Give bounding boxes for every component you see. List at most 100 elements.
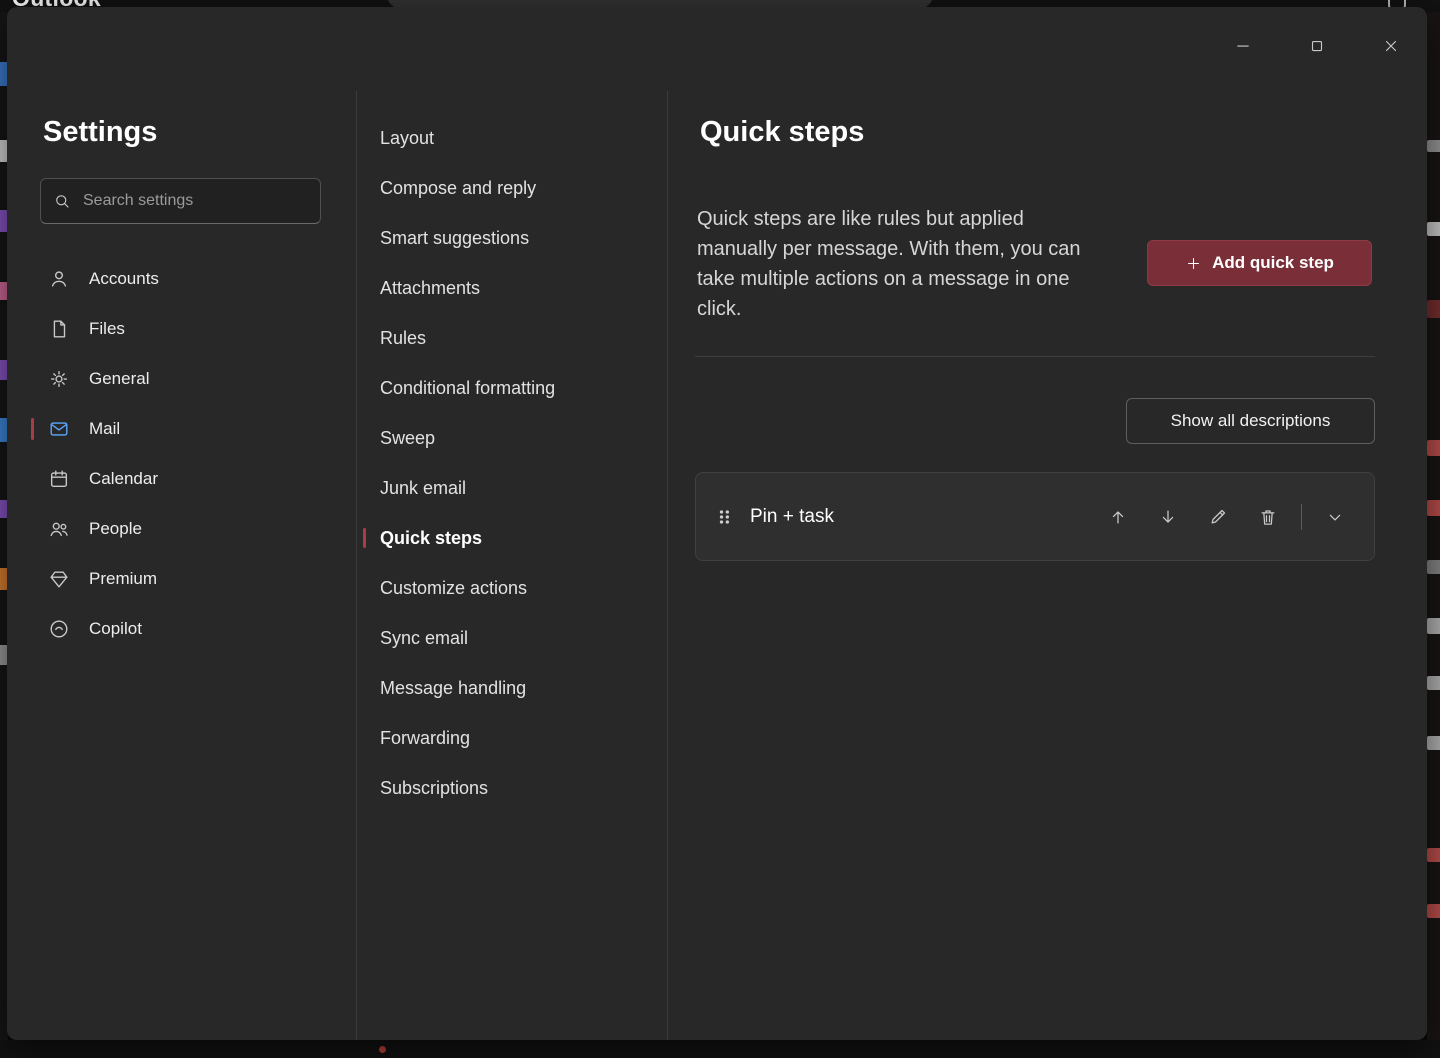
mail-list-fragment — [1427, 676, 1440, 690]
maximize-button[interactable] — [1295, 29, 1339, 63]
quick-steps-panel: Quick steps Quick steps are like rules b… — [669, 7, 1427, 1040]
add-quick-step-label: Add quick step — [1212, 253, 1334, 273]
more-options-button[interactable] — [1310, 498, 1360, 536]
category-item-attachments[interactable]: Attachments — [357, 263, 667, 313]
mail-list-fragment — [1427, 848, 1440, 862]
close-button[interactable] — [1369, 29, 1413, 63]
show-all-descriptions-label: Show all descriptions — [1171, 411, 1331, 431]
copilot-icon — [47, 617, 71, 641]
category-label: Sweep — [380, 428, 435, 449]
divider — [695, 356, 1375, 357]
sidebar-item-accounts[interactable]: Accounts — [7, 254, 355, 304]
category-item-sync-email[interactable]: Sync email — [357, 613, 667, 663]
sidebar-item-label: Mail — [89, 419, 120, 439]
quick-steps-description: Quick steps are like rules but applied m… — [697, 204, 1099, 324]
category-item-smart-suggestions[interactable]: Smart suggestions — [357, 213, 667, 263]
accounts-icon — [47, 267, 71, 291]
window-controls — [1221, 29, 1413, 63]
category-item-forwarding[interactable]: Forwarding — [357, 713, 667, 763]
category-item-sweep[interactable]: Sweep — [357, 413, 667, 463]
mail-list-fragment — [1427, 500, 1440, 516]
category-item-quick-steps[interactable]: Quick steps — [357, 513, 667, 563]
category-label: Customize actions — [380, 578, 527, 599]
move-up-button[interactable] — [1093, 498, 1143, 536]
minimize-button[interactable] — [1221, 29, 1265, 63]
sidebar-item-label: General — [89, 369, 149, 389]
selection-indicator — [31, 418, 34, 440]
category-label: Attachments — [380, 278, 480, 299]
quick-step-row: Pin + task — [695, 472, 1375, 561]
add-quick-step-button[interactable]: Add quick step — [1147, 240, 1372, 286]
sidebar-item-mail[interactable]: Mail — [7, 404, 355, 454]
category-item-subscriptions[interactable]: Subscriptions — [357, 763, 667, 813]
category-item-junk-email[interactable]: Junk email — [357, 463, 667, 513]
people-icon — [47, 517, 71, 541]
sidebar-item-general[interactable]: General — [7, 354, 355, 404]
drag-handle-icon[interactable] — [714, 505, 734, 529]
screen: Outlook Search — [0, 0, 1440, 1058]
gear-icon — [47, 367, 71, 391]
mail-settings-categories: Layout Compose and reply Smart suggestio… — [356, 91, 668, 1040]
settings-title: Settings — [43, 116, 157, 149]
category-label: Message handling — [380, 678, 526, 699]
category-label: Sync email — [380, 628, 468, 649]
background-bottom-strip — [0, 1040, 1440, 1058]
settings-search-input[interactable] — [81, 191, 308, 211]
sidebar-item-label: Accounts — [89, 269, 159, 289]
arrow-down-icon — [1158, 507, 1178, 527]
sidebar-item-label: Copilot — [89, 619, 142, 639]
sidebar-item-label: People — [89, 519, 142, 539]
sidebar-item-copilot[interactable]: Copilot — [7, 604, 355, 654]
sidebar-item-people[interactable]: People — [7, 504, 355, 554]
category-item-message-handling[interactable]: Message handling — [357, 663, 667, 713]
move-down-button[interactable] — [1143, 498, 1193, 536]
settings-search[interactable] — [40, 178, 321, 224]
calendar-icon — [47, 467, 71, 491]
category-label: Subscriptions — [380, 778, 488, 799]
mail-icon — [47, 417, 71, 441]
category-label: Layout — [380, 128, 434, 149]
mail-list-fragment — [1427, 736, 1440, 750]
edit-button[interactable] — [1193, 498, 1243, 536]
chevron-down-icon — [1325, 507, 1345, 527]
show-all-descriptions-button[interactable]: Show all descriptions — [1126, 398, 1375, 444]
category-label: Conditional formatting — [380, 378, 555, 399]
category-label: Rules — [380, 328, 426, 349]
mail-list-fragment — [1427, 222, 1440, 236]
page-title: Quick steps — [700, 116, 864, 149]
category-item-customize-actions[interactable]: Customize actions — [357, 563, 667, 613]
mail-list-fragment — [1427, 904, 1440, 918]
category-label: Quick steps — [380, 528, 482, 549]
arrow-up-icon — [1108, 507, 1128, 527]
sidebar-item-label: Calendar — [89, 469, 158, 489]
plus-icon — [1185, 255, 1202, 272]
category-label: Compose and reply — [380, 178, 536, 199]
mail-list-fragment — [1427, 300, 1440, 318]
category-item-conditional-formatting[interactable]: Conditional formatting — [357, 363, 667, 413]
sidebar-item-premium[interactable]: Premium — [7, 554, 355, 604]
trash-icon — [1258, 507, 1278, 527]
files-icon — [47, 317, 71, 341]
sidebar-item-calendar[interactable]: Calendar — [7, 454, 355, 504]
pencil-icon — [1208, 507, 1228, 527]
mail-list-fragment — [1427, 440, 1440, 456]
category-item-rules[interactable]: Rules — [357, 313, 667, 363]
delete-button[interactable] — [1243, 498, 1293, 536]
divider — [1301, 504, 1302, 530]
premium-icon — [47, 567, 71, 591]
close-icon — [1382, 37, 1400, 55]
maximize-icon — [1308, 37, 1326, 55]
mail-list-fragment — [1427, 618, 1440, 634]
sidebar-item-label: Premium — [89, 569, 157, 589]
selection-indicator — [363, 528, 366, 548]
settings-nav: Accounts Files General — [7, 254, 355, 654]
settings-sidebar: Settings Accounts Fi — [7, 7, 355, 1040]
mail-list-fragment — [1427, 560, 1440, 574]
category-item-layout[interactable]: Layout — [357, 113, 667, 163]
settings-dialog: Settings Accounts Fi — [7, 7, 1427, 1040]
mail-list-fragment — [1427, 140, 1440, 152]
category-label: Forwarding — [380, 728, 470, 749]
category-label: Junk email — [380, 478, 466, 499]
category-item-compose-and-reply[interactable]: Compose and reply — [357, 163, 667, 213]
sidebar-item-files[interactable]: Files — [7, 304, 355, 354]
